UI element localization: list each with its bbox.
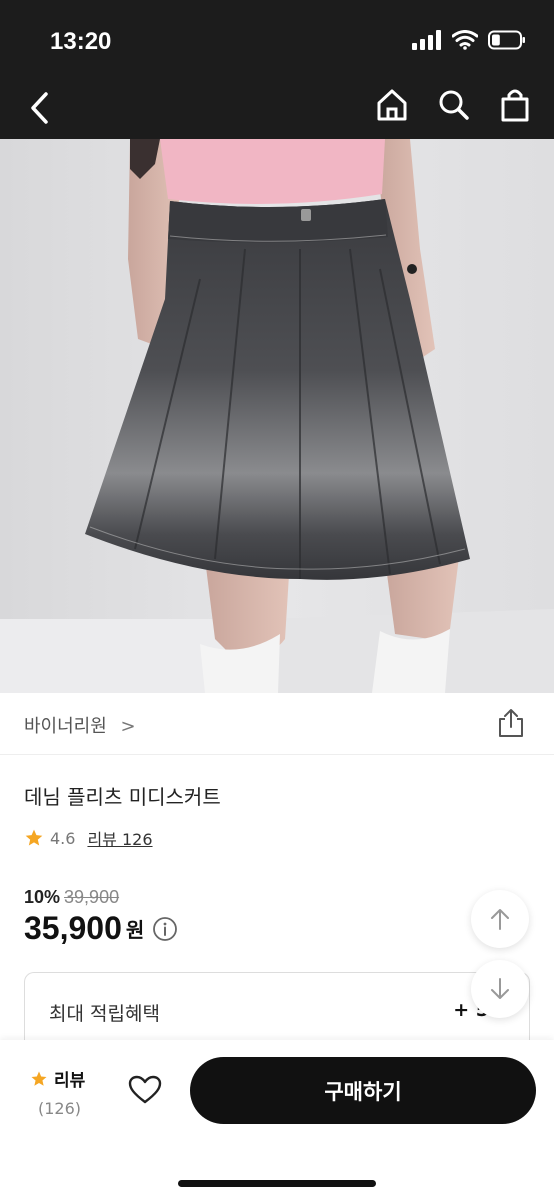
bottom-review-top: 리뷰 — [30, 1066, 85, 1091]
star-icon — [31, 1071, 47, 1086]
info-icon[interactable] — [152, 916, 178, 942]
home-indicator — [178, 1180, 376, 1187]
nav-actions — [376, 88, 530, 126]
seller-name[interactable]: 바이너리원 > — [24, 712, 136, 738]
product-title: 데님 플리츠 미디스커트 — [24, 785, 221, 809]
rating-row: 4.6 리뷰 126 — [24, 826, 153, 850]
bottom-review-count: (126) — [38, 1099, 82, 1118]
buy-button[interactable]: 구매하기 — [190, 1057, 536, 1124]
product-image[interactable] — [0, 139, 554, 693]
heart-icon[interactable] — [128, 1075, 162, 1105]
share-icon[interactable] — [496, 707, 526, 739]
status-time: 13:20 — [50, 28, 112, 55]
battery-icon — [488, 30, 525, 50]
chevron-right-icon: > — [120, 716, 136, 737]
bottom-review-label: 리뷰 — [54, 1071, 86, 1091]
seller-name-text: 바이너리원 — [24, 716, 107, 737]
home-icon[interactable] — [376, 88, 408, 126]
shopping-bag-icon[interactable] — [500, 88, 530, 126]
original-price: 39,900 — [64, 887, 120, 907]
price-original-row: 10% 39,900 — [24, 887, 119, 908]
bottom-action-bar: 리뷰 (126) 구매하기 — [0, 1040, 554, 1200]
signal-icon — [412, 30, 441, 50]
scroll-down-button[interactable] — [471, 960, 529, 1018]
review-link[interactable]: 리뷰 126 — [87, 826, 152, 850]
star-icon — [25, 829, 43, 846]
arrow-down-icon — [491, 978, 509, 999]
currency-label: 원 — [125, 918, 145, 942]
rating-score: 4.6 — [50, 828, 76, 848]
price-sale-row: 35,900 원 — [24, 910, 178, 947]
status-icons — [412, 30, 526, 50]
seller-row[interactable]: 바이너리원 > — [0, 693, 554, 755]
search-icon[interactable] — [438, 88, 470, 126]
top-bar: 13:20 — [0, 0, 554, 139]
bottom-review[interactable]: 리뷰 (126) — [30, 1066, 85, 1118]
arrow-up-icon — [491, 909, 509, 930]
wifi-icon — [452, 30, 478, 50]
sale-price: 35,900 — [24, 910, 122, 946]
scroll-up-button[interactable] — [471, 890, 529, 948]
discount-rate: 10% — [24, 887, 61, 907]
denim-skirt-photo — [0, 139, 554, 693]
benefit-label: 최대 적립혜택 — [49, 1003, 160, 1025]
back-icon[interactable] — [26, 88, 56, 128]
